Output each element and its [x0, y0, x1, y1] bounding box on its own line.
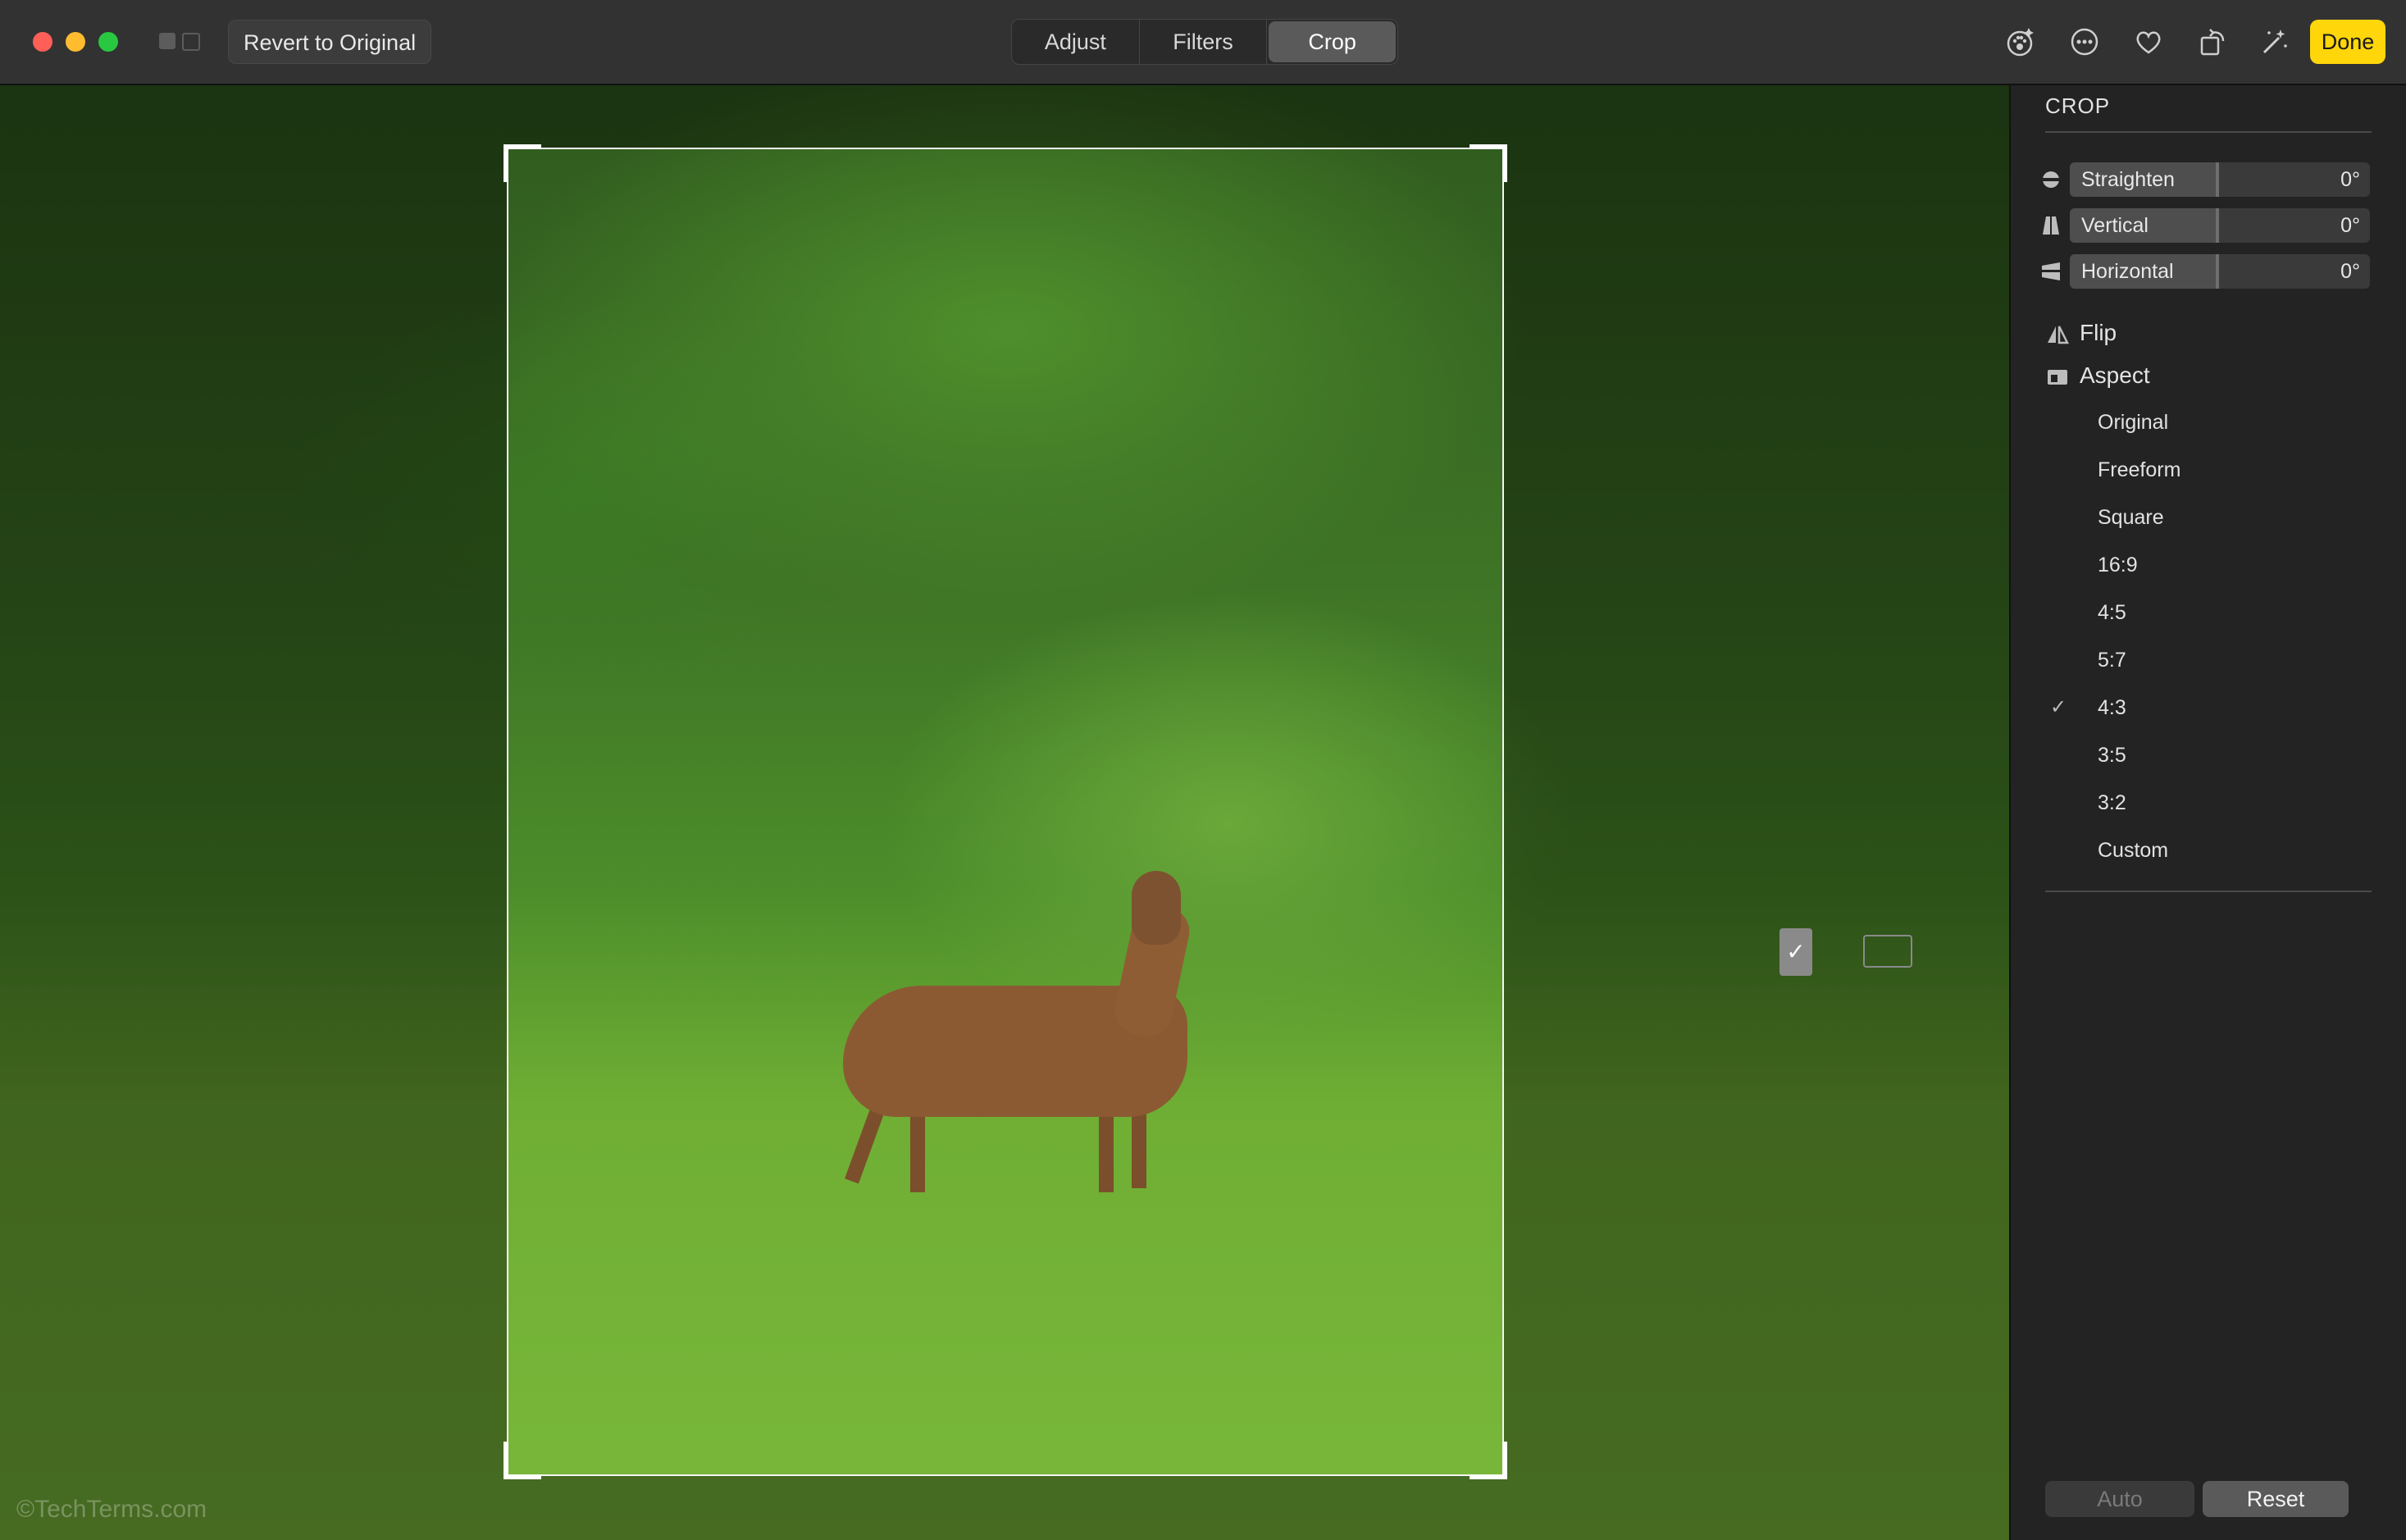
- divider: [2045, 891, 2372, 892]
- aspect-option-original[interactable]: Original: [2045, 399, 2373, 446]
- horizontal-label: Horizontal: [2081, 260, 2174, 283]
- maximize-window-button[interactable]: [98, 32, 118, 52]
- aspect-option-4-3[interactable]: ✓ 4:3: [2045, 684, 2373, 731]
- aspect-options-list: Original Freeform Square 16:9 4:5 5:7 ✓ 4…: [2045, 399, 2373, 874]
- pets-badge-icon[interactable]: [2001, 23, 2039, 61]
- crop-handle-bottom-right[interactable]: [1470, 1442, 1507, 1479]
- crop-handle-top-right[interactable]: [1470, 144, 1507, 182]
- done-button[interactable]: Done: [2310, 20, 2385, 64]
- divider: [2045, 131, 2372, 133]
- tab-adjust[interactable]: Adjust: [1012, 20, 1140, 64]
- auto-button[interactable]: Auto: [2045, 1481, 2194, 1517]
- crop-handle-top-left[interactable]: [504, 144, 541, 182]
- aspect-icon: [2048, 369, 2067, 385]
- portrait-orientation-button[interactable]: ✓: [1779, 928, 1812, 976]
- edit-mode-tabs: Adjust Filters Crop: [1011, 19, 1398, 65]
- aspect-option-freeform[interactable]: Freeform: [2045, 446, 2373, 494]
- aspect-option-16-9[interactable]: 16:9: [2045, 541, 2373, 589]
- vertical-label: Vertical: [2081, 214, 2149, 237]
- sidebar-toggle-icon[interactable]: [159, 31, 203, 52]
- aspect-label: Aspect: [2080, 362, 2150, 388]
- aspect-option-3-2[interactable]: 3:2: [2045, 779, 2373, 827]
- crop-frame[interactable]: [504, 144, 1507, 1479]
- panel-title: CROP: [2045, 93, 2111, 118]
- straighten-icon: [2040, 171, 2062, 188]
- watermark: ©TechTerms.com: [16, 1496, 207, 1523]
- vertical-slider[interactable]: Vertical 0°: [2039, 208, 2372, 243]
- landscape-orientation-button[interactable]: [1863, 935, 1912, 968]
- vertical-perspective-icon: [2043, 216, 2059, 235]
- flip-label: Flip: [2080, 320, 2117, 345]
- crop-panel: CROP Straighten 0° Vertical 0° Horizonta…: [2009, 85, 2406, 1540]
- flip-icon: [2048, 326, 2070, 344]
- horizontal-perspective-icon: [2042, 262, 2060, 280]
- rotate-icon[interactable]: [2194, 23, 2231, 61]
- checkmark-icon: ✓: [2050, 696, 2067, 718]
- aspect-option-custom[interactable]: Custom: [2045, 827, 2373, 874]
- vertical-value: 0°: [2340, 214, 2360, 237]
- aspect-option-4-5[interactable]: 4:5: [2045, 589, 2373, 636]
- heart-icon[interactable]: [2130, 23, 2167, 61]
- tab-crop[interactable]: Crop: [1269, 21, 1397, 62]
- more-icon[interactable]: [2066, 23, 2103, 61]
- crop-handle-bottom-left[interactable]: [504, 1442, 541, 1479]
- close-window-button[interactable]: [33, 32, 52, 52]
- horizontal-value: 0°: [2340, 260, 2360, 283]
- horizontal-slider[interactable]: Horizontal 0°: [2039, 254, 2372, 289]
- photo-canvas[interactable]: ©TechTerms.com: [0, 85, 2009, 1540]
- tab-filters[interactable]: Filters: [1140, 20, 1268, 64]
- revert-to-original-button[interactable]: Revert to Original: [228, 20, 432, 64]
- minimize-window-button[interactable]: [66, 32, 85, 52]
- aspect-option-5-7[interactable]: 5:7: [2045, 636, 2373, 684]
- reset-button[interactable]: Reset: [2203, 1481, 2349, 1517]
- aspect-header: Aspect: [2045, 359, 2150, 392]
- aspect-option-3-5[interactable]: 3:5: [2045, 731, 2373, 779]
- flip-button[interactable]: Flip: [2045, 317, 2117, 349]
- aspect-option-square[interactable]: Square: [2045, 494, 2373, 541]
- straighten-label: Straighten: [2081, 168, 2175, 191]
- straighten-value: 0°: [2340, 168, 2360, 191]
- magic-wand-icon[interactable]: [2254, 23, 2292, 61]
- toolbar: Revert to Original Adjust Filters Crop D…: [0, 0, 2406, 85]
- straighten-slider[interactable]: Straighten 0°: [2039, 162, 2372, 197]
